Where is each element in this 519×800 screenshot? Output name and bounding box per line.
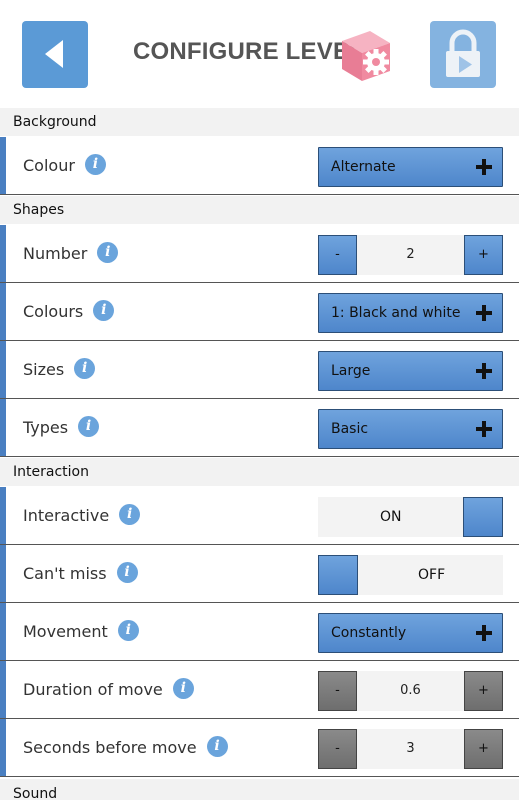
plus-icon (476, 305, 492, 321)
header: CONFIGURE LEVEL (0, 0, 519, 108)
plus-icon (476, 363, 492, 379)
setting-label: Can't miss (23, 564, 107, 583)
info-icon[interactable]: i (84, 154, 106, 175)
gear-cube-icon (342, 31, 390, 81)
colour-dropdown[interactable]: Alternate (318, 147, 503, 187)
stepper-value: 3 (406, 741, 415, 756)
info-icon[interactable]: i (116, 562, 138, 583)
increment-button[interactable]: + (464, 671, 503, 711)
toggle-state: ON (380, 509, 402, 525)
section-header-shapes: Shapes (0, 196, 519, 224)
dropdown-value: Alternate (331, 159, 396, 175)
dropdown-value: 1: Black and white (331, 305, 461, 321)
dropdown-value: Constantly (331, 625, 407, 641)
info-icon[interactable]: i (206, 736, 228, 757)
lock-button[interactable] (430, 21, 496, 88)
back-arrow-icon (45, 40, 63, 68)
setting-row-interactive: Interactive i ON (0, 487, 519, 545)
sizes-dropdown[interactable]: Large (318, 351, 503, 391)
dropdown-value: Basic (331, 421, 369, 437)
info-icon[interactable]: i (97, 242, 119, 263)
back-button[interactable] (22, 21, 88, 88)
duration-stepper: - 0.6 + (318, 671, 503, 711)
plus-icon (476, 625, 492, 641)
toggle-knob[interactable] (463, 497, 503, 537)
info-icon[interactable]: i (93, 300, 115, 321)
section-header-background: Background (0, 108, 519, 136)
setting-row-colours: Colours i 1: Black and white (0, 283, 519, 341)
dropdown-value: Large (331, 363, 371, 379)
info-icon[interactable]: i (74, 358, 96, 379)
setting-row-duration-of-move: Duration of move i - 0.6 + (0, 661, 519, 719)
setting-row-number: Number i - 2 + (0, 225, 519, 283)
page-title: CONFIGURE LEVEL (133, 38, 365, 65)
setting-label: Colours (23, 302, 84, 321)
info-icon[interactable]: i (172, 678, 194, 699)
decrement-button[interactable]: - (318, 235, 357, 275)
section-header-interaction: Interaction (0, 458, 519, 486)
setting-row-cant-miss: Can't miss i OFF (0, 545, 519, 603)
increment-button[interactable]: + (464, 235, 503, 275)
setting-row-movement: Movement i Constantly (0, 603, 519, 661)
section-header-sound: Sound (0, 779, 519, 800)
movement-dropdown[interactable]: Constantly (318, 613, 503, 653)
setting-label: Number (23, 244, 88, 263)
colours-dropdown[interactable]: 1: Black and white (318, 293, 503, 333)
cant-miss-toggle[interactable]: OFF (318, 555, 503, 595)
setting-row-seconds-before-move: Seconds before move i - 3 + (0, 719, 519, 777)
toggle-knob[interactable] (318, 555, 358, 595)
toggle-state: OFF (418, 567, 446, 583)
setting-label: Interactive (23, 506, 110, 525)
setting-label: Sizes (23, 360, 65, 379)
setting-label: Types (23, 418, 69, 437)
stepper-value: 0.6 (400, 683, 421, 698)
increment-button[interactable]: + (464, 729, 503, 769)
number-stepper: - 2 + (318, 235, 503, 275)
interactive-toggle[interactable]: ON (318, 497, 503, 537)
setting-label: Seconds before move (23, 738, 197, 757)
seconds-stepper: - 3 + (318, 729, 503, 769)
decrement-button[interactable]: - (318, 671, 357, 711)
padlock-icon (446, 29, 480, 77)
setting-label: Duration of move (23, 680, 163, 699)
setting-row-types: Types i Basic (0, 399, 519, 457)
decrement-button[interactable]: - (318, 729, 357, 769)
types-dropdown[interactable]: Basic (318, 409, 503, 449)
setting-row-colour: Colour i Alternate (0, 137, 519, 195)
stepper-value: 2 (406, 247, 415, 262)
setting-label: Movement (23, 622, 108, 641)
setting-row-sizes: Sizes i Large (0, 341, 519, 399)
plus-icon (476, 159, 492, 175)
plus-icon (476, 421, 492, 437)
info-icon[interactable]: i (117, 620, 139, 641)
info-icon[interactable]: i (78, 416, 100, 437)
setting-label: Colour (23, 156, 75, 175)
info-icon[interactable]: i (119, 504, 141, 525)
